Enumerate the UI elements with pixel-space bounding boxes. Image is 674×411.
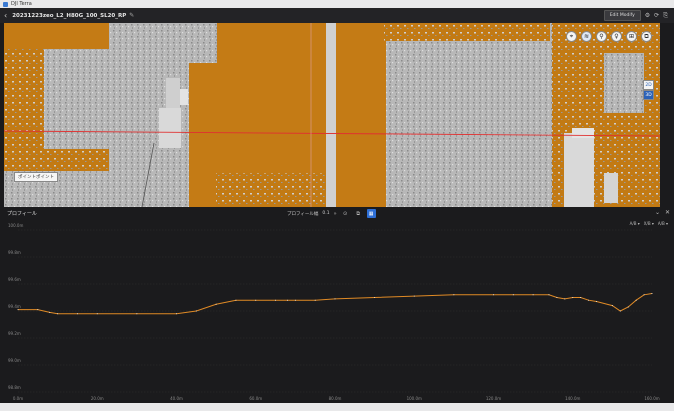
profile-point (572, 297, 574, 298)
y-tick-label: 100.0m (8, 223, 24, 228)
point-label[interactable]: ポイントポイント (14, 172, 58, 182)
profile-panel: プロフィール プロフィール幅 0.1 » ⊙ ⧉ ▦ ⌄ ✕ A/B ▾ X/B… (4, 207, 674, 403)
profile-point (314, 299, 316, 301)
x-tick-label: 0.0m (12, 396, 24, 401)
profile-point (286, 299, 288, 301)
profile-point (564, 298, 566, 300)
profile-point (374, 297, 376, 298)
profile-point (176, 313, 177, 315)
pin-icon[interactable]: ⚲ (596, 31, 607, 42)
x-tick-label: 120.0m (485, 396, 502, 401)
profile-point (611, 305, 613, 307)
profile-point (548, 294, 550, 296)
profile-point (49, 311, 51, 313)
profile-point (255, 299, 257, 301)
profile-point (57, 313, 59, 315)
layers-icon[interactable]: ≋ (581, 31, 592, 42)
x-tick-label: 140.0m (565, 396, 581, 401)
profile-title: プロフィール (7, 211, 37, 217)
profile-point (635, 299, 637, 301)
profile-point (651, 292, 653, 294)
point-cloud-render (4, 23, 660, 207)
profile-series-line (18, 292, 653, 315)
profile-point (17, 309, 19, 311)
profile-point (453, 294, 455, 296)
profile-header: プロフィール プロフィール幅 0.1 » ⊙ ⧉ ▦ ⌄ ✕ (4, 207, 674, 220)
profile-chart-svg (17, 229, 653, 393)
y-tick-label: 99.0m (8, 358, 21, 363)
profile-point (512, 294, 514, 296)
profile-point (619, 310, 621, 312)
viewport-toolbar: ⌖ ≋ ⚲ ♀ ⊞ ⧉ (566, 31, 652, 42)
profile-point (556, 297, 558, 298)
toggle-3d-button[interactable]: 3D (643, 90, 654, 100)
profile-point (596, 301, 598, 303)
edit-mode-button[interactable]: Edit Modify (603, 10, 641, 21)
profile-point (215, 303, 217, 305)
x-tick-label: 40.0m (170, 396, 183, 401)
back-button[interactable]: ‹ (4, 11, 7, 20)
profile-point (195, 310, 197, 312)
profile-point (334, 298, 336, 300)
profile-chart[interactable]: 100.0m 99.8m 99.6m 99.4m 99.2m 99.0m 98.8m 0.0m… (4, 220, 674, 403)
profile-point (235, 299, 237, 301)
profile-width-input[interactable]: 0.1 (322, 211, 329, 216)
profile-point (532, 294, 534, 296)
header-actions: Edit Modify ⚙ ⟳ ⎘ (603, 10, 668, 21)
profile-point (627, 306, 629, 308)
y-tick-label: 99.8m (8, 250, 21, 255)
export-icon[interactable]: ⎘ (663, 12, 668, 20)
profile-window-controls: ⌄ ✕ (655, 209, 670, 216)
x-tick-label: 160.0m (644, 396, 660, 401)
profile-controls: プロフィール幅 0.1 » ⊙ ⧉ ▦ (287, 209, 376, 218)
x-tick-label: 60.0m (249, 396, 263, 401)
x-tick-label: 80.0m (328, 396, 342, 401)
profile-width-label: プロフィール幅 (287, 211, 319, 217)
share-icon[interactable]: ⧉ (641, 31, 652, 42)
settings-icon[interactable]: ⚙ (645, 12, 650, 19)
filter-icon[interactable]: ♀ (611, 31, 622, 42)
profile-point (37, 309, 39, 311)
profile-point (76, 313, 78, 315)
x-tick-label: 100.0m (406, 396, 422, 401)
profile-point (294, 299, 296, 301)
grid-icon[interactable]: ▦ (366, 209, 376, 218)
close-icon[interactable]: ✕ (665, 209, 670, 216)
copy-icon[interactable]: ⧉ (354, 209, 363, 218)
chevron-down-icon[interactable]: ⌄ (655, 209, 660, 216)
window-titlebar: DJI Terra (0, 0, 674, 8)
refresh-icon[interactable]: ⟳ (654, 12, 659, 19)
camera-icon[interactable]: ⊞ (626, 31, 637, 42)
file-title: 20231223zeo_L2_H80G_100_SL20_RP (12, 12, 127, 19)
y-tick-label: 99.4m (8, 304, 21, 309)
y-tick-label: 99.6m (8, 277, 21, 282)
app-logo-icon (3, 1, 8, 7)
profile-point (643, 294, 645, 296)
x-tick-label: 20.0m (90, 396, 104, 401)
app-name: DJI Terra (11, 1, 32, 7)
measure-icon[interactable]: ⌖ (566, 31, 577, 42)
dimension-toggle: 2D 3D (643, 80, 654, 100)
profile-width-expand-button[interactable]: » (334, 211, 337, 217)
profile-point (493, 294, 494, 296)
taskbar-strip (0, 403, 674, 411)
profile-point (580, 297, 582, 298)
y-tick-label: 98.8m (8, 385, 21, 390)
y-tick-label: 99.2m (8, 331, 21, 336)
edit-title-icon[interactable]: ✎ (129, 12, 134, 19)
profile-point (588, 299, 590, 301)
profile-point (413, 295, 415, 297)
point-cloud-viewport[interactable]: ⌖ ≋ ⚲ ♀ ⊞ ⧉ 2D 3D ポイントポイント (4, 23, 660, 207)
profile-point (136, 313, 138, 315)
toggle-2d-button[interactable]: 2D (643, 80, 654, 90)
app-header: ‹ 20231223zeo_L2_H80G_100_SL20_RP ✎ Edit… (0, 8, 674, 23)
profile-point (275, 299, 277, 301)
eye-icon[interactable]: ⊙ (341, 209, 350, 218)
profile-point (96, 313, 98, 315)
